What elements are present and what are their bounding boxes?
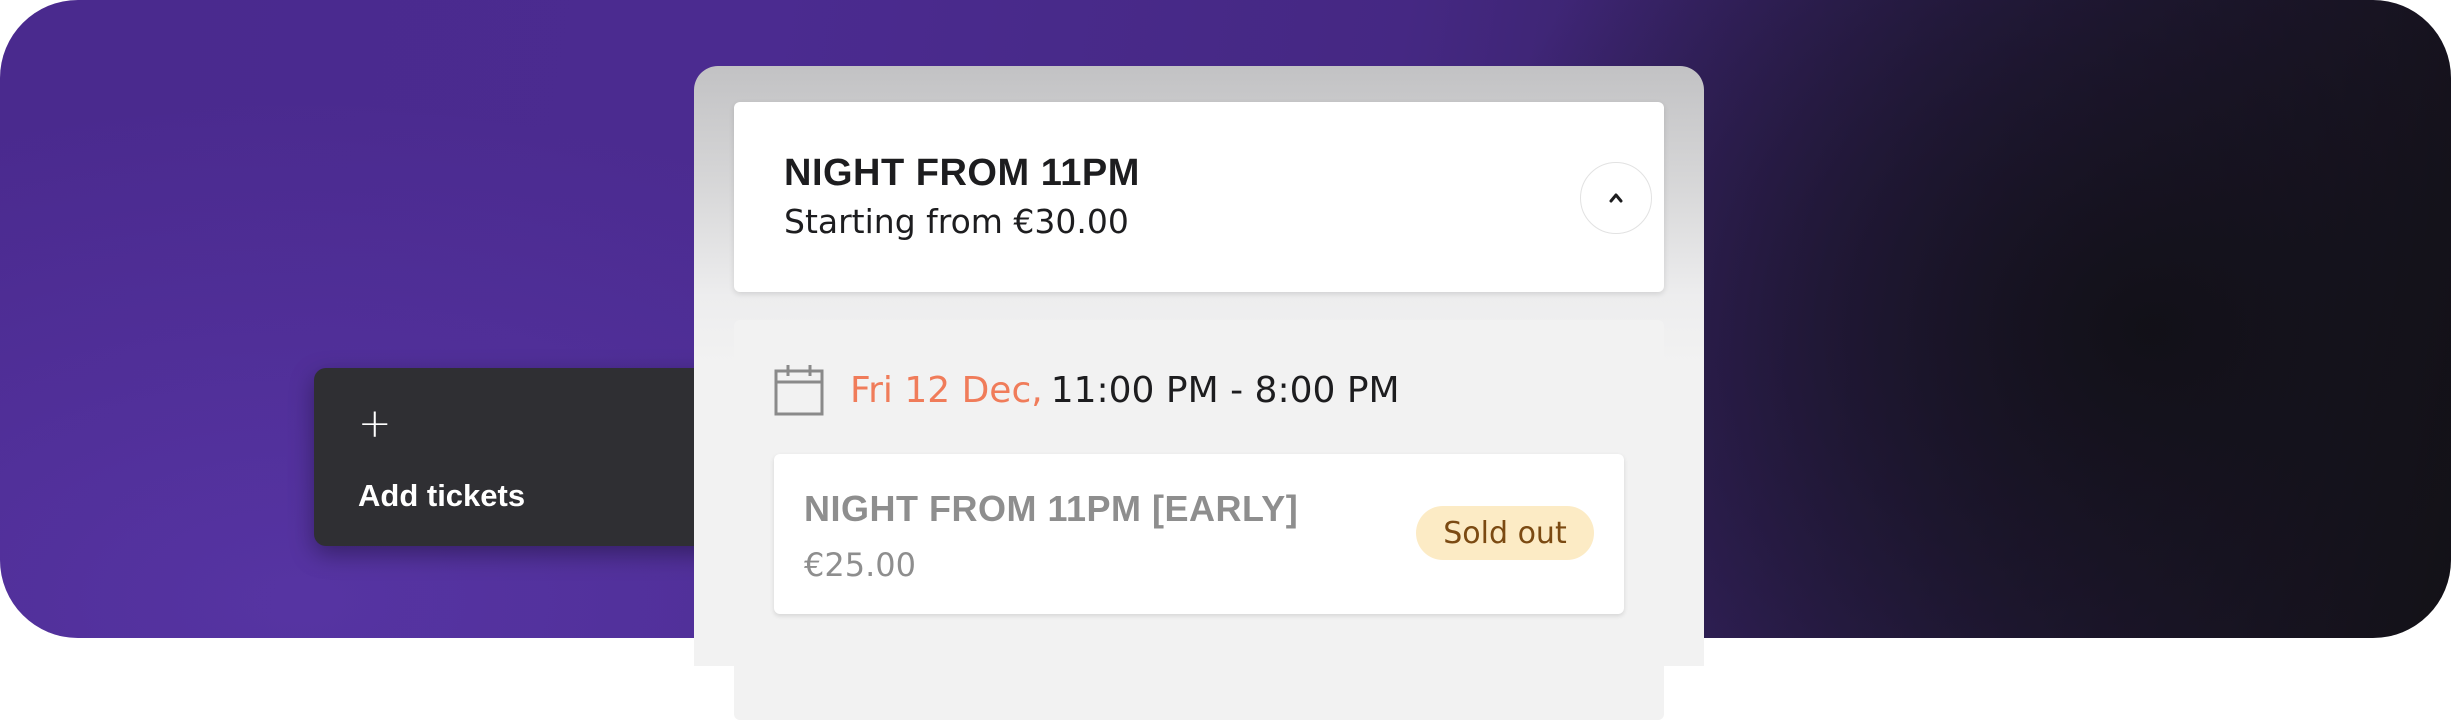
event-header-card[interactable]: NIGHT FROM 11PM Starting from €30.00 [734,102,1664,292]
plus-icon: + [358,401,392,447]
collapse-button[interactable] [1580,162,1652,234]
chevron-up-icon [1609,193,1623,203]
event-price-subtitle: Starting from €30.00 [784,202,1129,241]
ticket-panel: NIGHT FROM 11PM Starting from €30.00 Fri… [694,66,1704,720]
session-date: Fri 12 Dec, [850,369,1043,411]
add-tickets-card[interactable]: + Add tickets [314,368,734,546]
ticket-name: NIGHT FROM 11PM [EARLY] [804,488,1299,529]
session-section: Fri 12 Dec, 11:00 PM - 8:00 PM NIGHT FRO… [734,320,1664,720]
calendar-icon [774,365,824,416]
ticket-price: €25.00 [804,546,916,584]
add-tickets-label: Add tickets [358,478,526,513]
session-time: 11:00 PM - 8:00 PM [1050,369,1400,411]
ticket-item: NIGHT FROM 11PM [EARLY] €25.00 Sold out [774,454,1624,614]
sold-out-badge: Sold out [1416,506,1594,560]
event-title: NIGHT FROM 11PM [784,152,1140,194]
session-date-row: Fri 12 Dec, 11:00 PM - 8:00 PM [774,360,1400,420]
